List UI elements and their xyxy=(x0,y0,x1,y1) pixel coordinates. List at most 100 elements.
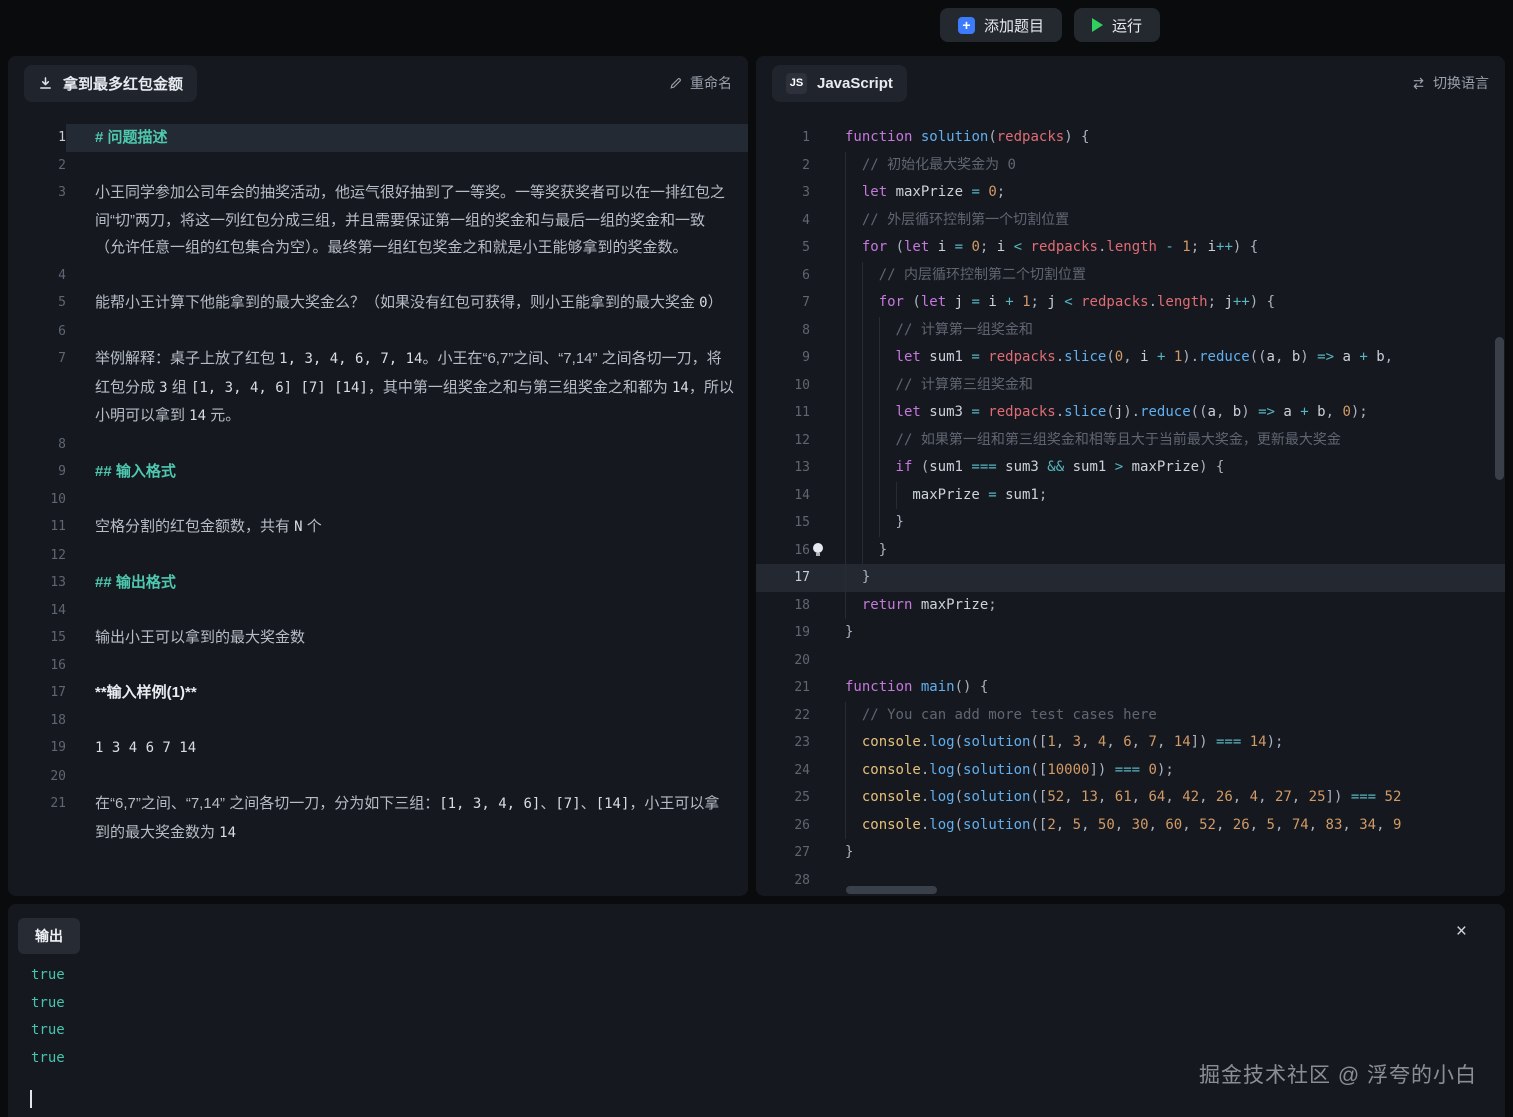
line-number: 28 xyxy=(756,867,810,895)
line-number: 3 xyxy=(756,179,810,207)
line-number: 5 xyxy=(756,234,810,262)
code-line-content: } xyxy=(810,619,1505,647)
switch-language-button[interactable]: 切换语言 xyxy=(1411,73,1489,93)
md-line-3[interactable]: 3小王同学参加公司年会的抽奖活动，他运气很好抽到了一等奖。一等奖获奖者可以在一排… xyxy=(8,179,748,262)
line-number: 14 xyxy=(756,482,810,510)
code-line-23[interactable]: 23 console.log(solution([1, 3, 4, 6, 7, … xyxy=(756,729,1505,757)
code-line-12[interactable]: 12 // 如果第一组和第三组奖金和相等且大于当前最大奖金，更新最大奖金 xyxy=(756,427,1505,455)
code-line-7[interactable]: 7 for (let j = i + 1; j < redpacks.lengt… xyxy=(756,289,1505,317)
vertical-scrollbar[interactable] xyxy=(1495,337,1504,480)
line-number: 5 xyxy=(8,289,66,318)
line-number: 10 xyxy=(756,372,810,400)
code-line-4[interactable]: 4 // 外层循环控制第一个切割位置 xyxy=(756,207,1505,235)
md-line-4[interactable]: 4 xyxy=(8,262,748,290)
line-number: 15 xyxy=(756,509,810,537)
output-line: true xyxy=(31,1017,65,1045)
md-line-13[interactable]: 13## 输出格式 xyxy=(8,569,748,597)
code-line-content: let maxPrize = 0; xyxy=(810,179,1505,207)
code-line-8[interactable]: 8 // 计算第一组奖金和 xyxy=(756,317,1505,345)
md-line-16[interactable]: 16 xyxy=(8,652,748,680)
md-line-6[interactable]: 6 xyxy=(8,318,748,346)
code-line-2[interactable]: 2 // 初始化最大奖金为 0 xyxy=(756,152,1505,180)
md-line-8[interactable]: 8 xyxy=(8,431,748,459)
code-line-19[interactable]: 19} xyxy=(756,619,1505,647)
code-line-21[interactable]: 21function main() { xyxy=(756,674,1505,702)
code-line-15[interactable]: 15 } xyxy=(756,509,1505,537)
md-line-content xyxy=(66,652,748,680)
code-line-1[interactable]: 1function solution(redpacks) { xyxy=(756,124,1505,152)
line-number: 8 xyxy=(8,431,66,459)
code-line-content: } xyxy=(810,509,1505,537)
md-line-17[interactable]: 17**输入样例(1)** xyxy=(8,679,748,707)
line-number: 7 xyxy=(8,345,66,431)
code-line-11[interactable]: 11 let sum3 = redpacks.slice(j).reduce((… xyxy=(756,399,1505,427)
horizontal-scrollbar[interactable] xyxy=(846,886,937,894)
close-icon[interactable]: × xyxy=(1456,922,1467,941)
code-line-13[interactable]: 13 if (sum1 === sum3 && sum1 > maxPrize)… xyxy=(756,454,1505,482)
line-number: 27 xyxy=(756,839,810,867)
md-line-content: ## 输出格式 xyxy=(66,569,748,597)
md-line-20[interactable]: 20 xyxy=(8,763,748,791)
language-tab[interactable]: JS JavaScript xyxy=(772,65,907,102)
md-line-21[interactable]: 21在“6,7”之间、“7,14” 之间各切一刀，分为如下三组：[1, 3, 4… xyxy=(8,790,748,847)
output-line: true xyxy=(31,962,65,990)
code-line-26[interactable]: 26 console.log(solution([2, 5, 50, 30, 6… xyxy=(756,812,1505,840)
code-line-18[interactable]: 18 return maxPrize; xyxy=(756,592,1505,620)
plus-icon: + xyxy=(958,17,975,34)
code-line-5[interactable]: 5 for (let i = 0; i < redpacks.length - … xyxy=(756,234,1505,262)
md-line-10[interactable]: 10 xyxy=(8,486,748,514)
md-line-12[interactable]: 12 xyxy=(8,542,748,570)
pencil-icon xyxy=(669,76,683,90)
md-line-1[interactable]: 1# 问题描述 xyxy=(8,124,748,152)
code-line-content: // 内层循环控制第二个切割位置 xyxy=(810,262,1505,290)
code-line-10[interactable]: 10 // 计算第三组奖金和 xyxy=(756,372,1505,400)
run-button[interactable]: 运行 xyxy=(1074,8,1160,42)
code-line-22[interactable]: 22 // You can add more test cases here xyxy=(756,702,1505,730)
code-line-20[interactable]: 20 xyxy=(756,647,1505,675)
code-line-content: // 如果第一组和第三组奖金和相等且大于当前最大奖金，更新最大奖金 xyxy=(810,427,1505,455)
line-number: 4 xyxy=(756,207,810,235)
md-line-19[interactable]: 191 3 4 6 7 14 xyxy=(8,734,748,763)
md-line-content: 能帮小王计算下他能拿到的最大奖金么？（如果没有红包可获得，则小王能拿到的最大奖金… xyxy=(66,289,748,318)
lightbulb-icon[interactable] xyxy=(813,543,824,558)
code-line-25[interactable]: 25 console.log(solution([52, 13, 61, 64,… xyxy=(756,784,1505,812)
add-question-label: 添加题目 xyxy=(984,15,1044,36)
code-line-content: console.log(solution([1, 3, 4, 6, 7, 14]… xyxy=(810,729,1505,757)
code-line-17[interactable]: 17 } xyxy=(756,564,1505,592)
code-line-3[interactable]: 3 let maxPrize = 0; xyxy=(756,179,1505,207)
code-line-9[interactable]: 9 let sum1 = redpacks.slice(0, i + 1).re… xyxy=(756,344,1505,372)
line-number: 1 xyxy=(756,124,810,152)
output-tab[interactable]: 输出 xyxy=(18,918,80,954)
md-line-5[interactable]: 5能帮小王计算下他能拿到的最大奖金么？（如果没有红包可获得，则小王能拿到的最大奖… xyxy=(8,289,748,318)
problem-title-chip[interactable]: 拿到最多红包金额 xyxy=(24,65,197,102)
code-line-6[interactable]: 6 // 内层循环控制第二个切割位置 xyxy=(756,262,1505,290)
md-line-content xyxy=(66,542,748,570)
md-line-content: 1 3 4 6 7 14 xyxy=(66,734,748,763)
code-line-content: console.log(solution([2, 5, 50, 30, 60, … xyxy=(810,812,1505,840)
code-line-24[interactable]: 24 console.log(solution([10000]) === 0); xyxy=(756,757,1505,785)
code-line-27[interactable]: 27} xyxy=(756,839,1505,867)
md-line-14[interactable]: 14 xyxy=(8,597,748,625)
md-line-content: 空格分割的红包金额数，共有 N 个 xyxy=(66,513,748,542)
code-line-content: function main() { xyxy=(810,674,1505,702)
md-line-content xyxy=(66,707,748,735)
md-line-2[interactable]: 2 xyxy=(8,152,748,180)
md-line-9[interactable]: 9## 输入格式 xyxy=(8,458,748,486)
watermark: 掘金技术社区 @ 浮夸的小白 xyxy=(1199,1059,1477,1089)
output-line: true xyxy=(31,990,65,1018)
md-line-18[interactable]: 18 xyxy=(8,707,748,735)
md-line-7[interactable]: 7举例解释：桌子上放了红包 1, 3, 4, 6, 7, 14。小王在“6,7”… xyxy=(8,345,748,431)
code-line-content: return maxPrize; xyxy=(810,592,1505,620)
topbar: + 添加题目 运行 xyxy=(0,0,1513,48)
md-line-15[interactable]: 15输出小王可以拿到的最大奖金数 xyxy=(8,624,748,652)
md-line-11[interactable]: 11空格分割的红包金额数，共有 N 个 xyxy=(8,513,748,542)
code-line-16[interactable]: 16 } xyxy=(756,537,1505,565)
code-line-content: maxPrize = sum1; xyxy=(810,482,1505,510)
rename-button[interactable]: 重命名 xyxy=(669,73,732,93)
md-line-content xyxy=(66,486,748,514)
add-question-button[interactable]: + 添加题目 xyxy=(940,8,1062,42)
code-line-14[interactable]: 14 maxPrize = sum1; xyxy=(756,482,1505,510)
line-number: 18 xyxy=(756,592,810,620)
line-number: 13 xyxy=(756,454,810,482)
output-line: true xyxy=(31,1045,65,1073)
